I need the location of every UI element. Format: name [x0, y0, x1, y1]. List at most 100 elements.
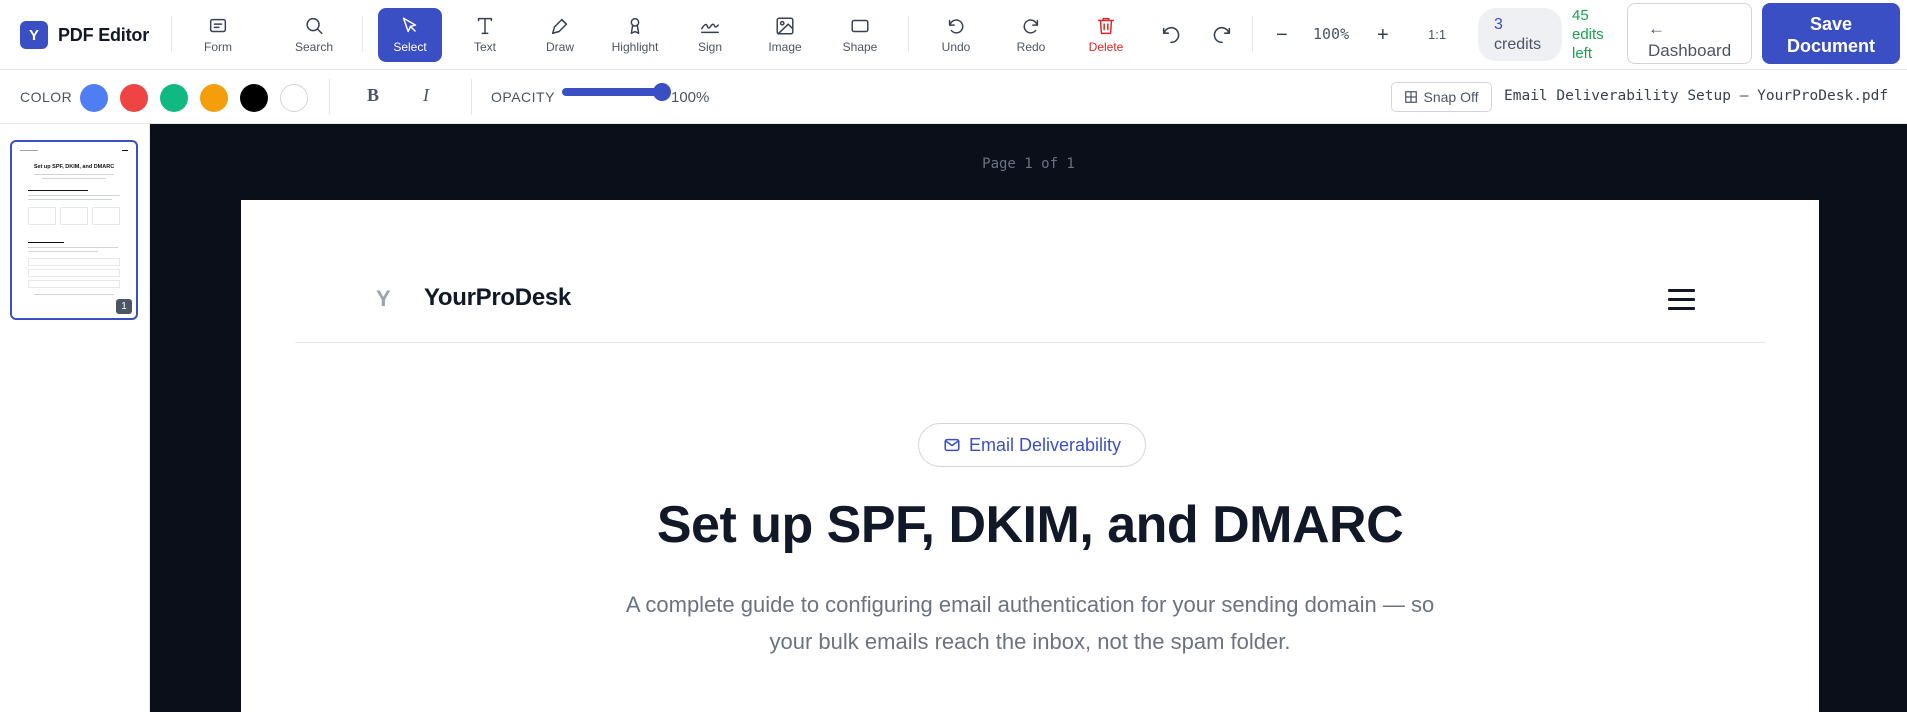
thumbnail-title: Set up SPF, DKIM, and DMARC: [33, 164, 115, 170]
zoom-reset-button[interactable]: 1:1: [1428, 27, 1446, 42]
edits-count: 45: [1572, 7, 1589, 24]
cursor-icon: [402, 17, 417, 33]
edits-label-suffix: left: [1572, 45, 1593, 62]
doc-subtitle-line: your bulk emails reach the inbox, not th…: [769, 629, 1291, 654]
opacity-value: 100%: [671, 89, 710, 106]
category-badge: Email Deliverability: [918, 423, 1146, 467]
tool-label: Search: [294, 40, 334, 54]
tool-sign-button[interactable]: Sign: [678, 8, 742, 62]
color-swatch-orange[interactable]: [200, 84, 228, 112]
color-swatch-blue[interactable]: [80, 84, 108, 112]
doc-brand-name: YourProDesk: [424, 284, 571, 311]
thumb-line: [34, 174, 114, 175]
color-swatch-green[interactable]: [160, 84, 188, 112]
tool-label: Sign: [697, 40, 723, 54]
save-document-button[interactable]: Save Document: [1762, 3, 1900, 64]
tool-form-button[interactable]: Form: [186, 8, 250, 62]
divider: [362, 16, 363, 52]
tool-label: Delete: [1088, 40, 1124, 54]
file-name: Email Deliverability Setup — YourProDesk…: [1504, 88, 1889, 104]
thumb-line: [28, 199, 112, 200]
thumb-line: [28, 247, 118, 248]
page-thumbnail[interactable]: Set up SPF, DKIM, and DMARC 1: [10, 140, 138, 320]
credits-count: 3: [1494, 16, 1503, 33]
dashboard-button[interactable]: ← Dashboard: [1627, 3, 1752, 64]
format-toolbar: COLOR B I OPACITY 100% Snap Off Email De…: [0, 70, 1907, 124]
tool-undo-button[interactable]: Undo: [924, 8, 988, 62]
pen-icon: [551, 18, 568, 35]
color-swatch-red[interactable]: [120, 84, 148, 112]
opacity-slider[interactable]: [562, 83, 671, 101]
thumb-line: [28, 195, 120, 196]
dashboard-label: Dashboard: [1648, 41, 1732, 60]
thumb-box: [92, 207, 120, 225]
credits-badge: 3 credits: [1478, 8, 1562, 61]
italic-button[interactable]: I: [423, 85, 429, 106]
tool-select-button[interactable]: Select: [378, 8, 442, 62]
tool-label: Shape: [842, 40, 878, 54]
doc-subtitle-line: A complete guide to configuring email au…: [625, 592, 1435, 617]
divider: [1252, 16, 1253, 52]
pdf-page[interactable]: Y YourProDesk Email Deliverability Set u…: [241, 200, 1819, 712]
thumbnail-page-number: 1: [116, 299, 132, 314]
tool-label: Undo: [941, 40, 971, 54]
tool-label: Text: [473, 40, 496, 54]
color-swatch-white[interactable]: [280, 84, 308, 112]
opacity-slider-thumb[interactable]: [653, 83, 671, 101]
doc-divider: [295, 342, 1766, 343]
grid-icon: [1405, 91, 1418, 103]
rectangle-icon: [851, 19, 869, 33]
thumb-line: [28, 242, 64, 243]
thumb-line: [34, 294, 114, 295]
doc-title: Set up SPF, DKIM, and DMARC: [656, 496, 1404, 554]
page-thumbnails-panel: Set up SPF, DKIM, and DMARC 1: [0, 124, 150, 712]
thumb-box: [60, 207, 88, 225]
tool-label: Image: [768, 40, 802, 54]
divider: [329, 79, 330, 115]
app-brand: Y PDF Editor: [20, 21, 149, 49]
thumb-line: [122, 150, 128, 151]
top-toolbar: Y PDF Editor Form Search Select Text Dra…: [0, 0, 1907, 70]
edits-left: 45 edits left: [1572, 6, 1604, 63]
text-icon: [477, 17, 493, 35]
tool-label: Draw: [545, 40, 574, 54]
bold-button[interactable]: B: [367, 85, 379, 106]
thumb-box: [28, 269, 120, 277]
tool-text-button[interactable]: Text: [453, 8, 517, 62]
tool-redo-button[interactable]: Redo: [999, 8, 1063, 62]
tool-draw-button[interactable]: Draw: [528, 8, 592, 62]
credits-label: credits: [1494, 36, 1542, 53]
color-swatch-black[interactable]: [240, 84, 268, 112]
hamburger-menu-icon: [1668, 289, 1695, 311]
zoom-in-button[interactable]: +: [1377, 23, 1389, 47]
opacity-label: OPACITY: [491, 89, 555, 105]
tool-label: Form: [204, 40, 232, 54]
zoom-level: 100%: [1313, 25, 1350, 43]
app-name: PDF Editor: [58, 24, 149, 45]
thumb-line: [28, 190, 88, 191]
signature-icon: [701, 23, 719, 34]
tool-search-button[interactable]: Search: [282, 8, 346, 62]
rotate-right-icon: [1213, 26, 1231, 44]
thumb-box: [28, 207, 56, 225]
highlighter-icon: [630, 17, 640, 35]
tool-highlight-button[interactable]: Highlight: [603, 8, 667, 62]
trash-icon: [1097, 17, 1115, 35]
form-icon: [209, 18, 227, 33]
tool-shape-button[interactable]: Shape: [828, 8, 892, 62]
rotate-left-button[interactable]: [1157, 21, 1185, 49]
tool-image-button[interactable]: Image: [753, 8, 817, 62]
mail-icon: [944, 438, 960, 452]
tool-delete-button[interactable]: Delete: [1074, 8, 1138, 62]
color-label: COLOR: [20, 89, 73, 105]
divider: [471, 79, 472, 115]
document-canvas[interactable]: Page 1 of 1 Y YourProDesk Email Delivera…: [150, 124, 1907, 712]
divider: [171, 16, 172, 52]
zoom-out-button[interactable]: −: [1276, 23, 1288, 47]
divider: [908, 16, 909, 52]
tool-label: Select: [393, 40, 427, 54]
snap-toggle-button[interactable]: Snap Off: [1391, 82, 1492, 112]
tool-label: Redo: [1016, 40, 1046, 54]
snap-label: Snap Off: [1423, 89, 1479, 105]
rotate-right-button[interactable]: [1208, 21, 1236, 49]
